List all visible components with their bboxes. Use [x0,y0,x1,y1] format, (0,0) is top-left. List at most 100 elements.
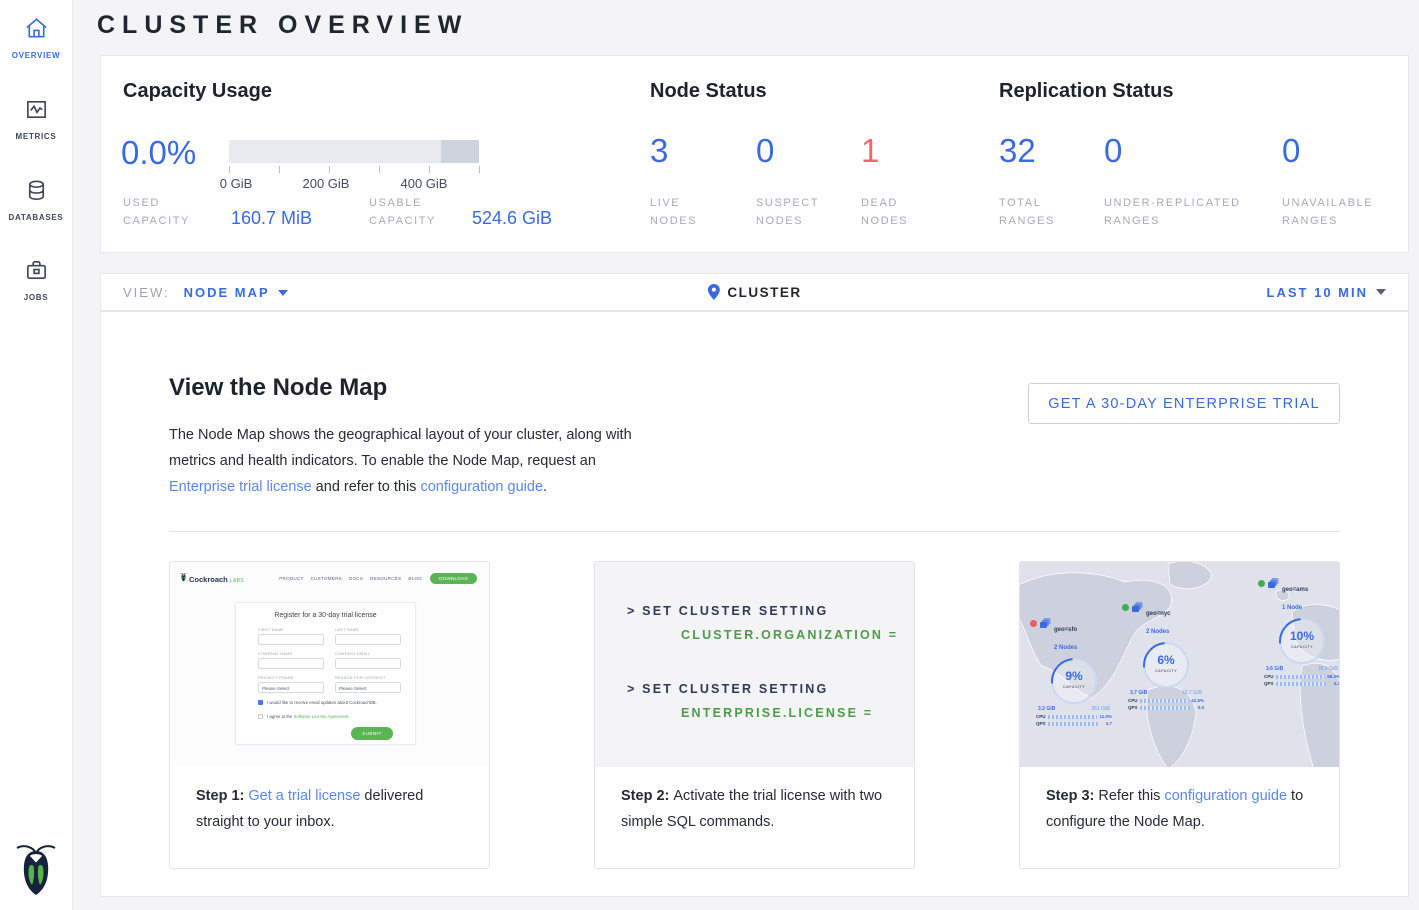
chevron-down-icon [278,290,288,296]
step2-card: > SET CLUSTER SETTING CLUSTER.ORGANIZATI… [594,561,915,869]
dead-nodes-label: DEADNODES [861,194,908,230]
configuration-guide-link[interactable]: configuration guide [1164,788,1287,804]
time-range-dropdown[interactable]: LAST 10 MIN [1267,285,1386,300]
get-trial-license-link[interactable]: Get a trial license [248,788,360,804]
live-nodes-value: 3 [650,132,668,170]
axis-tick [279,166,280,173]
axis-tick [429,166,430,173]
view-label: VIEW: [123,285,170,300]
enterprise-trial-button[interactable]: GET A 30-DAY ENTERPRISE TRIAL [1028,383,1340,424]
sidebar-item-label: JOBS [0,293,72,302]
cockroach-labs-logo [15,841,57,897]
suspect-nodes-label: SUSPECTNODES [756,194,819,230]
sidebar-item-databases[interactable]: DATABASES [0,178,72,222]
sql-commands-illustration: > SET CLUSTER SETTING CLUSTER.ORGANIZATI… [595,562,914,767]
sidebar-item-metrics[interactable]: METRICS [0,97,72,141]
mini-input [335,658,401,669]
sidebar-item-label: DATABASES [0,213,72,222]
used-capacity-value: 160.7 MiB [231,208,312,229]
capacity-bar [229,140,479,163]
node-map-content-panel: View the Node Map The Node Map shows the… [100,311,1409,897]
nodes-icon [1268,578,1279,589]
live-nodes-label: LIVENODES [650,194,697,230]
mini-input [258,658,324,669]
view-toolbar: VIEW: NODE MAP CLUSTER LAST 10 MIN [100,273,1409,311]
trial-license-site-screenshot: Cockroach LABS PRODUCT CUSTOMERS DOCS RE… [170,562,489,767]
page-title: CLUSTER OVERVIEW [97,11,468,40]
axis-tick [329,166,330,173]
unavailable-ranges-value: 0 [1282,132,1300,170]
sidebar-item-label: METRICS [0,132,72,141]
step1-card: Cockroach LABS PRODUCT CUSTOMERS DOCS RE… [169,561,490,869]
location-pin-icon [707,284,719,300]
axis-tick [229,166,230,173]
briefcase-icon [24,258,49,283]
axis-tick [479,166,480,173]
mini-cockroach-logo: Cockroach LABS [180,572,244,584]
suspect-nodes-value: 0 [756,132,774,170]
status-dot-green [1258,580,1265,587]
under-replicated-ranges-label: UNDER-REPLICATEDRANGES [1104,194,1241,230]
step2-caption: Step 2: Activate the trial license with … [595,767,914,835]
sidebar-item-label: OVERVIEW [0,51,72,60]
sql-command-arg: CLUSTER.ORGANIZATION = [681,628,898,642]
node-map-preview-image: geo=sfo2 Nodes 9% CAPACITY 3.2 GiB351 Gi… [1020,562,1339,767]
sidebar-item-overview[interactable]: OVERVIEW [0,16,72,60]
sql-command: > SET CLUSTER SETTING [627,682,828,696]
capacity-used-percent: 0.0% [121,134,196,172]
capacity-bar-segment [441,140,479,163]
section-divider [169,531,1340,532]
replication-status-title: Replication Status [999,80,1173,103]
node-map-description: The Node Map shows the geographical layo… [169,422,641,500]
axis-tick-label: 400 GiB [389,176,459,191]
mini-site-nav: PRODUCT CUSTOMERS DOCS RESOURCES BLOG [279,576,422,581]
unavailable-ranges-label: UNAVAILABLERANGES [1282,194,1373,230]
axis-tick-label: 200 GiB [291,176,361,191]
sql-command: > SET CLUSTER SETTING [627,604,828,618]
sidebar-item-jobs[interactable]: JOBS [0,258,72,302]
used-capacity-label: USED CAPACITY [123,194,213,230]
capacity-usage-title: Capacity Usage [123,80,272,103]
mini-download-button: DOWNLOAD [430,573,477,584]
nodes-icon [1040,618,1051,629]
status-dot-green [1122,604,1129,611]
configuration-guide-link[interactable]: configuration guide [420,479,543,495]
geo-nyc-cluster: geo=nyc2 Nodes 6% CAPACITY 3.7 GiB43.7 G… [1116,602,1216,710]
mini-beetle-icon [180,572,187,582]
dead-nodes-value: 1 [861,132,879,170]
usable-capacity-value: 524.6 GiB [472,208,552,229]
mini-input [335,634,401,645]
mini-checkbox-checked [258,700,263,705]
status-dot-red [1030,620,1037,627]
axis-tick-label: 0 GiB [201,176,271,191]
chevron-down-icon [1376,289,1386,295]
step3-card: geo=sfo2 Nodes 9% CAPACITY 3.2 GiB351 Gi… [1019,561,1340,869]
metrics-chart-icon [24,97,49,122]
geo-ams-cluster: geo=ams1 Node 10% CAPACITY 3.6 GiB36.6 G… [1252,578,1340,686]
step1-caption: Step 1: Get a trial license delivered st… [170,767,489,835]
axis-tick [379,166,380,173]
nodes-icon [1132,602,1143,613]
database-icon [24,178,49,203]
mini-checkbox [258,714,263,719]
mini-select: Please Select [335,682,401,693]
mini-submit-button: SUBMIT [351,727,393,740]
capacity-gauge: 9% CAPACITY [1051,658,1097,704]
mini-form-title: Register for a 30-day trial license [236,612,415,619]
mini-input [258,634,324,645]
home-icon [24,16,49,41]
sidebar: OVERVIEW METRICS DATABASES JOBS [0,0,73,910]
geo-sfo-cluster: geo=sfo2 Nodes 9% CAPACITY 3.2 GiB351 Gi… [1024,618,1124,726]
view-selector-dropdown[interactable]: NODE MAP [184,285,288,300]
total-ranges-value: 32 [999,132,1036,170]
node-map-heading: View the Node Map [169,374,387,402]
enterprise-trial-license-link[interactable]: Enterprise trial license [169,479,312,495]
mini-trial-form: Register for a 30-day trial license FIRS… [235,602,416,745]
mini-select: Please Select [258,682,324,693]
step3-caption: Step 3: Refer this configuration guide t… [1020,767,1339,835]
capacity-gauge: 6% CAPACITY [1143,642,1189,688]
under-replicated-ranges-value: 0 [1104,132,1122,170]
cluster-summary-panel: Capacity Usage Node Status Replication S… [100,55,1409,253]
total-ranges-label: TOTALRANGES [999,194,1055,230]
cluster-breadcrumb: CLUSTER [707,284,801,300]
